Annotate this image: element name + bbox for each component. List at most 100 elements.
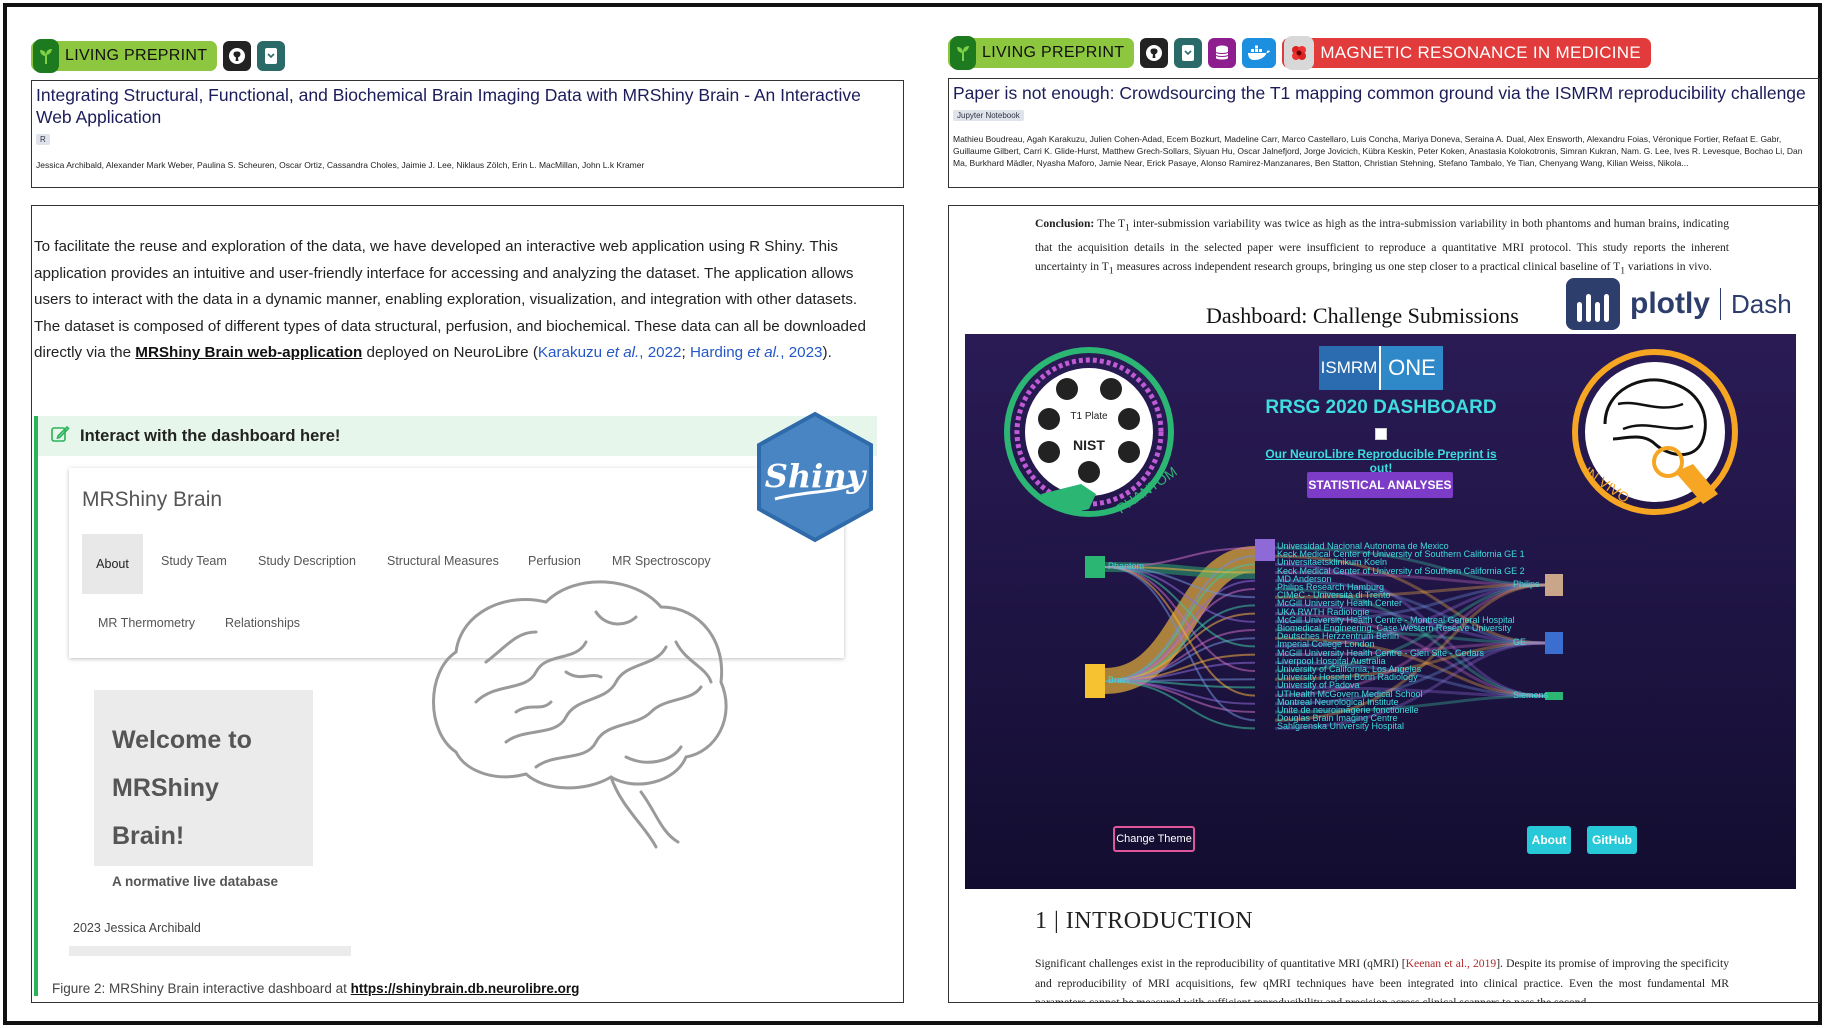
conclusion-text: variations in vivo.	[1625, 260, 1712, 274]
nist-label: NIST	[1073, 437, 1105, 453]
dashboard-title: Dashboard: Challenge Submissions	[1206, 303, 1519, 328]
plotly-logo-icon	[1566, 278, 1620, 330]
neurolibre-preprint-link[interactable]: Our NeuroLibre Reproducible Preprint is …	[1255, 447, 1507, 475]
ismrm-one-logo: ISMRM ONE	[1319, 346, 1443, 390]
nav-relationships[interactable]: Relationships	[225, 616, 300, 630]
language-tag: R	[36, 134, 50, 145]
invivo-icon[interactable]: IN VIVO	[1563, 344, 1763, 534]
section-heading-introduction: 1 | INTRODUCTION	[1035, 908, 1254, 934]
callout-title: Interact with the dashboard here!	[80, 426, 341, 445]
sankey-left-label: Brain	[1108, 675, 1130, 685]
statistical-analyses-button[interactable]: STATISTICAL ANALYSES	[1307, 472, 1453, 498]
paragraph-text: deployed on NeuroLibre (	[362, 344, 538, 361]
about-button[interactable]: About	[1527, 826, 1571, 854]
nav-mr-thermometry[interactable]: MR Thermometry	[98, 616, 195, 630]
plotly-brand: plotly	[1630, 287, 1710, 320]
paragraph-text: To facilitate the reuse and exploration …	[34, 238, 866, 361]
conclusion-text: The T	[1094, 217, 1126, 230]
ismrm-text: ISMRM	[1319, 346, 1379, 390]
sankey-right-label: Siemens	[1513, 690, 1549, 700]
welcome-card: Welcome to MRShiny Brain! A normative li…	[94, 690, 313, 889]
left-article-body: To facilitate the reuse and exploration …	[31, 205, 904, 1003]
conclusion-paragraph: Conclusion: The T1 inter-submission vari…	[1035, 214, 1729, 281]
sankey-node-ge[interactable]	[1545, 632, 1563, 654]
welcome-line-1: Welcome to	[112, 726, 252, 754]
sankey-node-philips[interactable]	[1545, 574, 1563, 596]
github-icon[interactable]	[223, 41, 252, 71]
journal-logo-icon	[1284, 36, 1315, 70]
notebook-icon[interactable]	[257, 41, 286, 71]
shinybrain-url-link[interactable]: https://shinybrain.db.neurolibre.org	[351, 981, 580, 996]
copyright-text: 2023 Jessica Archibald	[73, 921, 201, 935]
paper-title[interactable]: Integrating Structural, Functional, and …	[36, 84, 899, 128]
welcome-subtitle: A normative live database	[112, 874, 279, 889]
nav-study-description[interactable]: Study Description	[258, 554, 356, 568]
shiny-logo-text: Shiny	[765, 457, 868, 495]
citation-karakuzu[interactable]: Karakuzu et al., 2022	[538, 344, 682, 361]
citation-keenan[interactable]: Keenan et al., 2019	[1406, 957, 1497, 970]
rrsg-dashboard: T1 Plate NIST PHANTOM IN VIVO ISMRM ONE …	[965, 334, 1796, 889]
living-preprint-label: LIVING PREPRINT	[982, 44, 1125, 61]
github-button[interactable]: GitHub	[1587, 826, 1637, 854]
sprout-icon	[33, 39, 59, 73]
journal-badge[interactable]: MAGNETIC RESONANCE IN MEDICINE	[1282, 36, 1652, 70]
brain-illustration	[432, 580, 728, 849]
right-header-box: Paper is not enough: Crowdsourcing the T…	[948, 78, 1820, 188]
change-theme-button[interactable]: Change Theme	[1113, 826, 1195, 852]
edit-icon	[50, 424, 70, 449]
left-header-box: Integrating Structural, Functional, and …	[31, 80, 904, 188]
broken-image-icon	[1375, 428, 1387, 440]
plotly-dash-logo: plotly Dash	[1566, 278, 1792, 330]
right-article-body: Conclusion: The T1 inter-submission vari…	[948, 205, 1820, 1003]
sankey-right-label: Philips	[1513, 579, 1540, 589]
dashboard-heading: RRSG 2020 DASHBOARD	[1265, 397, 1497, 418]
introduction-paragraph: Significant challenges exist in the repr…	[1035, 954, 1729, 1002]
citation-year: , 2023	[780, 344, 823, 361]
mrshiny-app-link[interactable]: MRShiny Brain web-application	[135, 344, 362, 361]
sankey-site-label: Sahlgrenska University Hospital	[1277, 721, 1405, 732]
citation-harding[interactable]: Harding et al., 2023	[690, 344, 823, 361]
citation-etal: et al.	[606, 344, 640, 361]
sprout-icon	[950, 36, 976, 70]
footer-strip	[69, 946, 351, 956]
living-preprint-badge[interactable]: LIVING PREPRINT	[948, 36, 1135, 70]
left-badge-row: LIVING PREPRINT	[31, 39, 286, 73]
conclusion-label: Conclusion:	[1035, 217, 1095, 230]
caption-text: Figure 2: MRShiny Brain interactive dash…	[52, 981, 351, 996]
author-list: Mathieu Boudreau, Agah Karakuzu, Julien …	[953, 134, 1803, 168]
welcome-line-2: MRShiny Brain!	[112, 774, 219, 850]
intro-text: Significant challenges exist in the repr…	[1035, 957, 1406, 970]
citation-author: Karakuzu	[537, 344, 607, 361]
phantom-icon[interactable]: T1 Plate NIST PHANTOM	[1001, 344, 1201, 534]
living-preprint-badge[interactable]: LIVING PREPRINT	[31, 39, 218, 73]
figure-caption: Figure 2: MRShiny Brain interactive dash…	[52, 981, 579, 996]
database-icon[interactable]	[1208, 38, 1237, 68]
sankey-node-site[interactable]	[1255, 539, 1275, 561]
right-badge-row: LIVING PREPRINT MAGNETIC RESONANCE IN ME…	[948, 36, 1652, 70]
sankey-right-label: GE	[1513, 637, 1527, 647]
dash-product: Dash	[1731, 288, 1792, 319]
language-tag: Jupyter Notebook	[953, 110, 1024, 121]
one-text: ONE	[1379, 346, 1443, 390]
nav-about[interactable]: About	[82, 534, 143, 594]
citation-author: Harding	[689, 344, 748, 361]
conclusion-text: measures across independent research gro…	[1113, 260, 1621, 274]
t1-plate-label: T1 Plate	[1070, 411, 1108, 422]
citation-year: , 2022	[639, 344, 682, 361]
journal-label: MAGNETIC RESONANCE IN MEDICINE	[1320, 43, 1642, 62]
notebook-icon[interactable]	[1174, 38, 1203, 68]
shiny-logo: Shiny	[757, 411, 873, 543]
paragraph-text: ).	[822, 344, 832, 361]
nav-study-team[interactable]: Study Team	[161, 554, 227, 568]
sankey-node-phantom[interactable]	[1085, 556, 1105, 578]
github-icon[interactable]	[1140, 38, 1169, 68]
body-paragraph: To facilitate the reuse and exploration …	[34, 234, 879, 367]
sankey-left-label: Phantom	[1108, 561, 1145, 571]
callout-header: Interact with the dashboard here!	[38, 416, 877, 456]
sankey-node-brain[interactable]	[1085, 664, 1105, 698]
logo-divider	[1720, 288, 1721, 320]
paper-title[interactable]: Paper is not enough: Crowdsourcing the T…	[953, 82, 1815, 104]
docker-icon[interactable]	[1242, 38, 1277, 68]
citation-etal: et al.	[747, 344, 781, 361]
author-list: Jessica Archibald, Alexander Mark Weber,…	[36, 160, 645, 170]
